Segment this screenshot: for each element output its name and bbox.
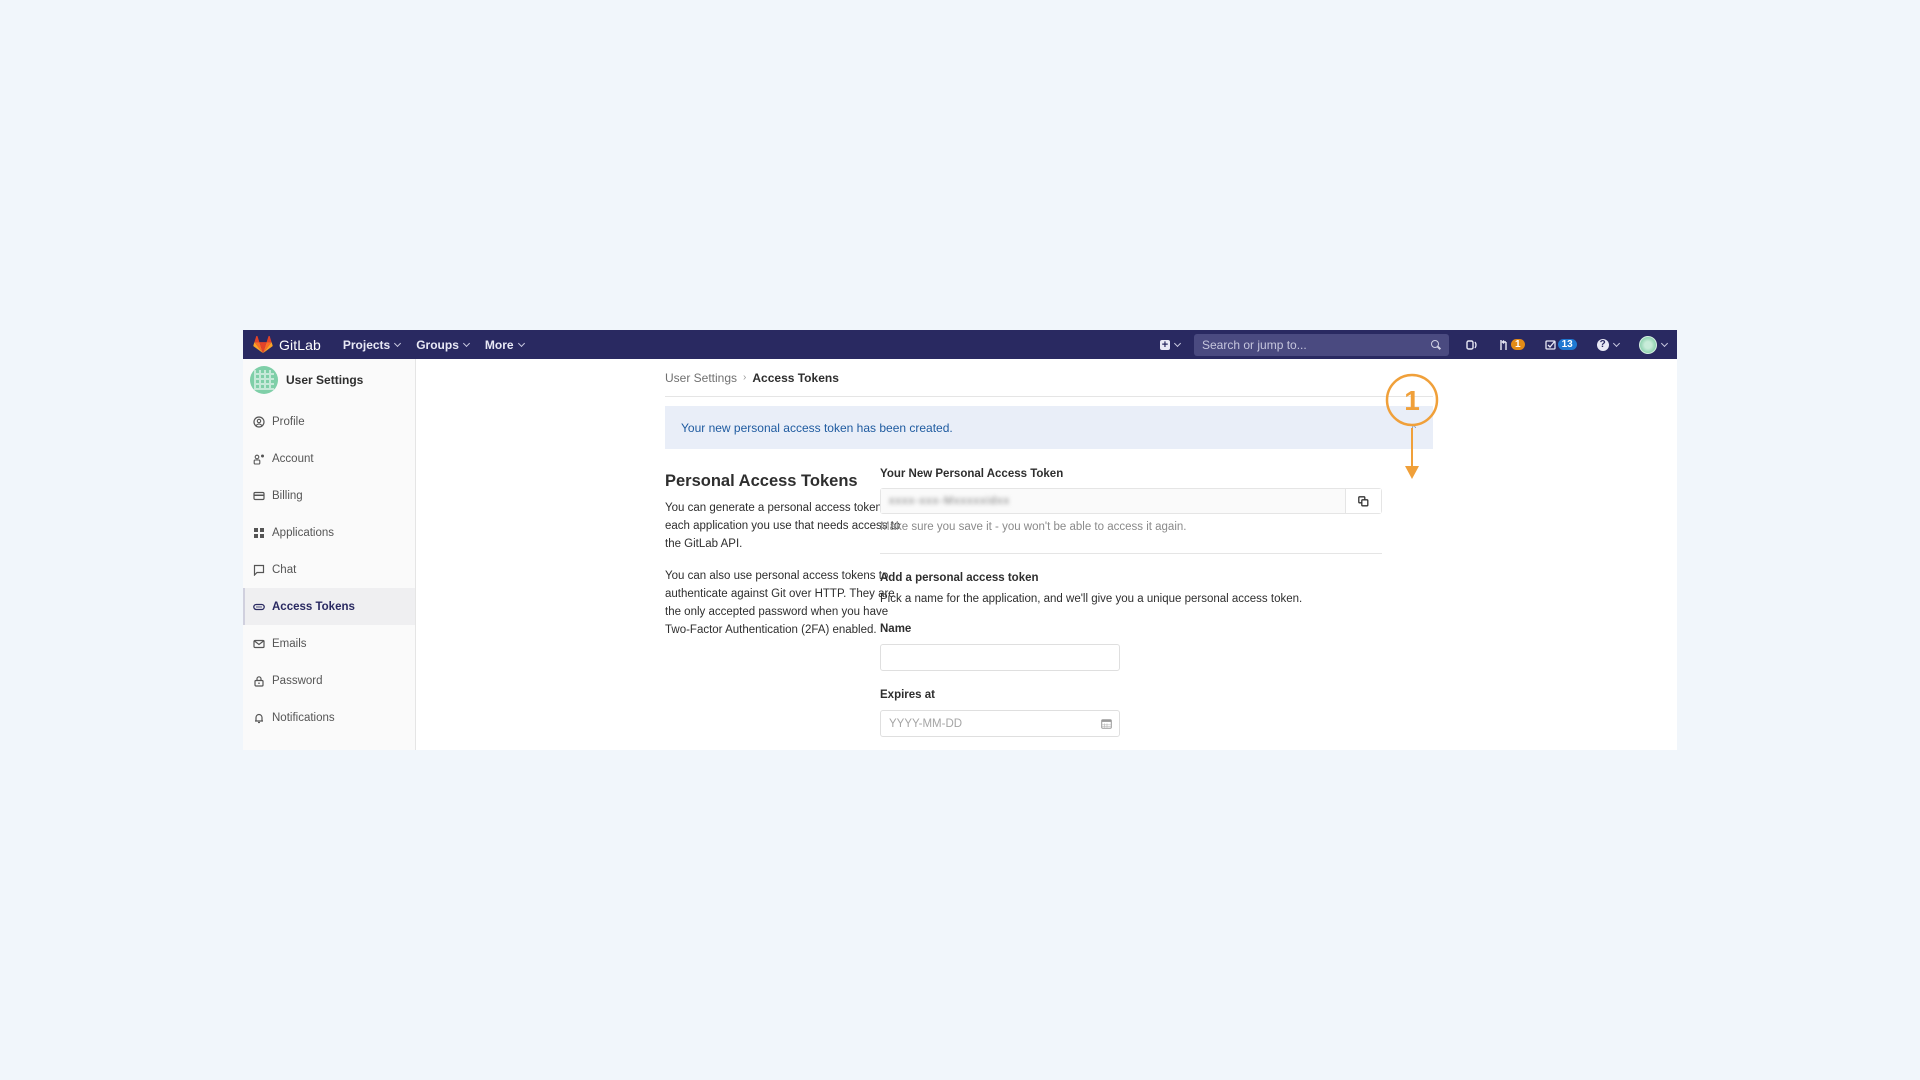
sidebar-item-account[interactable]: Account: [243, 440, 415, 477]
issues-icon: [1466, 339, 1477, 350]
todos-button[interactable]: 13: [1544, 339, 1577, 351]
search-box[interactable]: [1194, 333, 1449, 356]
success-alert: Your new personal access token has been …: [665, 406, 1433, 449]
help-icon: ?: [1596, 338, 1609, 351]
sidebar-item-label: Notifications: [272, 711, 335, 724]
sidebar-item-label: Billing: [272, 489, 303, 502]
issues-button[interactable]: [1466, 339, 1478, 351]
name-input[interactable]: [880, 644, 1120, 671]
nav-groups-dropdown[interactable]: Groups: [416, 337, 470, 352]
intro-paragraph-2: You can also use personal access tokens …: [665, 570, 895, 636]
chevron-down-icon: [462, 339, 470, 347]
user-avatar: [1638, 335, 1657, 354]
intro-column: Personal Access Tokens You can generate …: [665, 468, 905, 737]
navbar-right: + 1 13 ?: [1160, 330, 1668, 359]
help-dropdown[interactable]: ?: [1596, 338, 1620, 351]
lock-icon: [253, 675, 265, 687]
name-label: Name: [880, 623, 912, 635]
email-icon: [253, 638, 265, 650]
alert-message: Your new personal access token has been …: [681, 420, 953, 435]
sidebar-item-label: Emails: [272, 637, 307, 650]
expires-field: [880, 710, 1120, 737]
intro-paragraph-1: You can generate a personal access token…: [665, 502, 901, 550]
sidebar-nav: Profile Account Billing Applications Cha…: [243, 403, 415, 736]
new-token-help-text: Make sure you save it - you won't be abl…: [880, 521, 1187, 533]
breadcrumb: User Settings › Access Tokens: [665, 359, 1433, 397]
user-settings-avatar: [250, 366, 278, 394]
nav-more-label: More: [484, 337, 514, 352]
sidebar-title: User Settings: [286, 373, 364, 387]
add-token-description: Pick a name for the application, and we'…: [880, 593, 1303, 605]
sidebar-item-label: Password: [272, 674, 323, 687]
nav-projects-dropdown[interactable]: Projects: [342, 337, 402, 352]
chat-icon: [253, 564, 265, 576]
token-icon: [253, 601, 265, 613]
sidebar-item-emails[interactable]: Emails: [243, 625, 415, 662]
search-input[interactable]: [1202, 337, 1431, 352]
brand-name: GitLab: [279, 336, 321, 353]
bell-icon: [253, 712, 265, 724]
sidebar-item-profile[interactable]: Profile: [243, 403, 415, 440]
alert-dismiss-icon[interactable]: ^: [1412, 423, 1416, 433]
sidebar-header[interactable]: User Settings: [243, 361, 415, 399]
form-column: Your New Personal Access Token xxxx-xxx-…: [880, 468, 1408, 737]
user-menu-dropdown[interactable]: [1638, 335, 1668, 354]
add-token-heading: Add a personal access token: [880, 572, 1039, 584]
sidebar-item-label: Profile: [272, 415, 305, 428]
new-token-label: Your New Personal Access Token: [880, 468, 1064, 480]
sidebar-item-label: Access Tokens: [272, 600, 355, 613]
chevron-down-icon: [1612, 339, 1620, 347]
sidebar-item-access-tokens[interactable]: Access Tokens: [243, 588, 415, 625]
sidebar-item-applications[interactable]: Applications: [243, 514, 415, 551]
todo-check-icon: [1544, 339, 1556, 350]
breadcrumb-access-tokens: Access Tokens: [752, 370, 839, 385]
main-content: User Settings › Access Tokens Your new p…: [665, 359, 1433, 737]
expires-label: Expires at: [880, 689, 935, 701]
sidebar-item-notifications[interactable]: Notifications: [243, 699, 415, 736]
top-navbar: GitLab Projects Groups More + Search or …: [243, 330, 1677, 359]
sidebar-item-label: Account: [272, 452, 314, 465]
sidebar-item-label: Chat: [272, 563, 297, 576]
account-icon: [253, 453, 265, 465]
merge-requests-count: 1: [1511, 339, 1525, 350]
chevron-down-icon: [1660, 339, 1668, 347]
sidebar-item-label: Applications: [272, 526, 335, 539]
calendar-icon[interactable]: [1101, 718, 1112, 729]
token-settings-row: Personal Access Tokens You can generate …: [665, 468, 1433, 737]
plus-square-icon: +: [1160, 338, 1170, 351]
merge-requests-button[interactable]: 1: [1498, 339, 1525, 351]
profile-icon: [253, 415, 265, 428]
new-token-field: xxxx-xxx-Mxxxxxidxx: [880, 488, 1382, 514]
settings-sidebar: User Settings Profile Account Billing Ap…: [243, 359, 416, 750]
chevron-down-icon: [517, 339, 525, 347]
chevron-down-icon: [394, 339, 402, 347]
nav-projects-label: Projects: [342, 337, 391, 352]
search-icon: [1431, 339, 1441, 350]
applications-icon: [253, 527, 265, 539]
merge-request-icon: [1500, 339, 1507, 350]
new-token-value-redacted: xxxx-xxx-Mxxxxxidxx: [889, 495, 1011, 507]
copy-icon: [1358, 495, 1369, 506]
section-title: Personal Access Tokens: [665, 472, 858, 490]
new-token-input[interactable]: xxxx-xxx-Mxxxxxidxx: [881, 489, 1345, 513]
nav-groups-label: Groups: [416, 337, 459, 352]
gitlab-logo-icon: [253, 335, 273, 353]
chevron-down-icon: [1173, 339, 1182, 347]
section-divider: [880, 553, 1382, 554]
sidebar-item-password[interactable]: Password: [243, 662, 415, 699]
billing-icon: [253, 490, 265, 502]
todos-count: 13: [1557, 339, 1577, 350]
sidebar-item-chat[interactable]: Chat: [243, 551, 415, 588]
gitlab-window: GitLab Projects Groups More + Search or …: [243, 330, 1677, 750]
expires-at-input[interactable]: [880, 710, 1120, 737]
gitlab-home-link[interactable]: GitLab: [253, 330, 321, 359]
new-item-dropdown[interactable]: +: [1160, 338, 1182, 351]
nav-links: Projects Groups More: [343, 338, 540, 352]
copy-token-button[interactable]: [1345, 489, 1381, 513]
sidebar-item-billing[interactable]: Billing: [243, 477, 415, 514]
breadcrumb-user-settings[interactable]: User Settings: [665, 371, 737, 385]
nav-more-dropdown[interactable]: More: [484, 337, 525, 352]
breadcrumb-separator: ›: [743, 372, 747, 383]
